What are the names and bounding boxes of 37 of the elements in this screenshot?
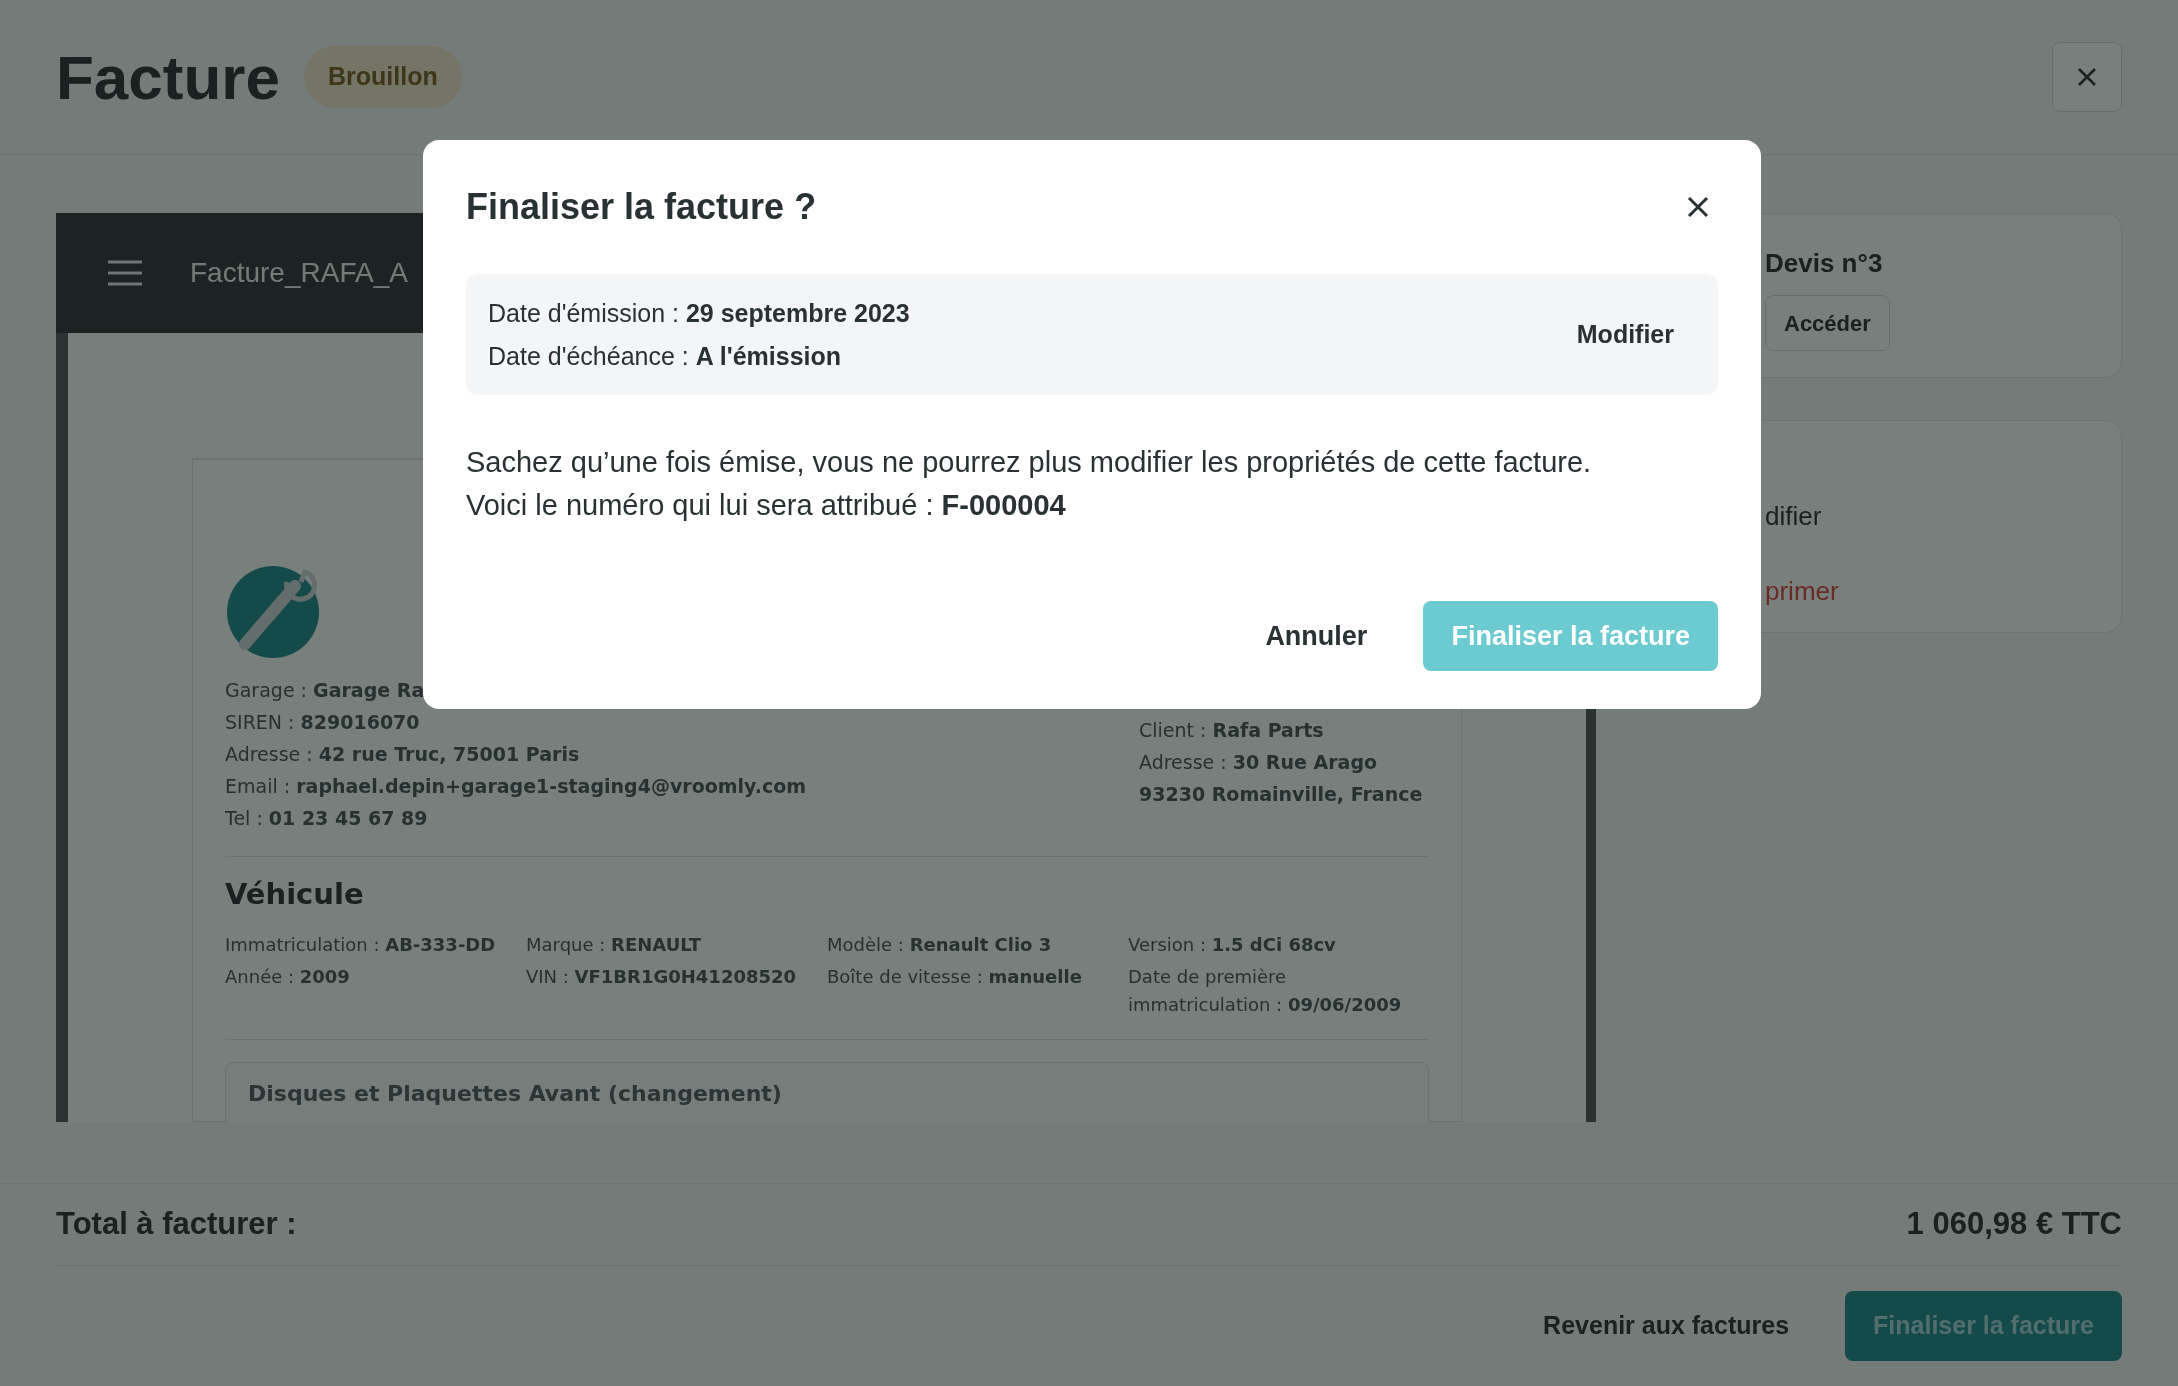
garage-info-line: Email : raphael.depin+garage1-staging4@vroomly.com	[225, 774, 807, 799]
date-info-line: Date d'échéance : A l'émission	[488, 340, 843, 372]
close-icon	[2076, 66, 2098, 88]
total-label: Total à facturer :	[56, 1205, 297, 1244]
dialog-message: Sachez qu’une fois émise, vous ne pourrez plus modifier les propriétés de cette facture. Voici le numéro qui lui sera attribué : F-000004	[466, 445, 1593, 523]
total-amount: 1 060,98 € TTC	[1906, 1205, 2122, 1244]
edit-dates-button[interactable]: Modifier	[1554, 307, 1696, 362]
close-icon	[1687, 196, 1709, 218]
vehicle-field: Marque : RENAULT	[526, 930, 827, 959]
document-filename: Facture_RAFA_A	[190, 256, 408, 290]
vehicle-field: Modèle : Renault Clio 3	[827, 930, 1128, 959]
garage-info-line: Adresse : 42 rue Truc, 75001 Paris	[225, 742, 581, 767]
date-info-line: Date d'émission : 29 septembre 2023	[488, 297, 910, 329]
service-section-header: Disques et Plaquettes Avant (changement)	[225, 1061, 1429, 1122]
garage-info-line: SIREN : 829016070	[225, 710, 421, 735]
action-link[interactable]: difier	[1765, 497, 1822, 536]
vehicle-field: Année : 2009	[225, 962, 526, 1019]
vehicle-field: Version : 1.5 dCi 68cv	[1128, 930, 1428, 959]
cancel-button[interactable]: Annuler	[1265, 615, 1368, 657]
client-info-line: Adresse : 30 Rue Arago	[1139, 750, 1379, 775]
garage-info-line: Tel : 01 23 45 67 89	[225, 806, 429, 831]
page-title: Facture	[56, 41, 280, 114]
open-quote-button[interactable]: Accéder	[1765, 295, 1890, 351]
quote-title: Devis n°3	[1765, 247, 1883, 280]
vehicle-field: Boîte de vitesse : manuelle	[827, 962, 1128, 1019]
vehicle-field: Immatriculation : AB-333-DD	[225, 930, 526, 959]
client-info-line: Client : Rafa Parts	[1139, 718, 1325, 743]
status-badge: Brouillon	[303, 46, 462, 108]
vehicle-field: Date de première immatriculation : 09/06/2009	[1128, 962, 1428, 1019]
section-heading: Véhicule	[225, 876, 365, 913]
dialog-title: Finaliser la facture ?	[466, 185, 817, 229]
garage-info-line: Garage : Garage Ra	[225, 678, 426, 703]
back-to-invoices-button[interactable]: Revenir aux factures	[1543, 1307, 1790, 1345]
vehicle-field: VIN : VF1BR1G0H41208520	[526, 962, 827, 1019]
client-info-line: 93230 Romainville, France	[1139, 782, 1424, 807]
menu-icon[interactable]	[108, 260, 142, 286]
action-link[interactable]: primer	[1765, 572, 1839, 611]
